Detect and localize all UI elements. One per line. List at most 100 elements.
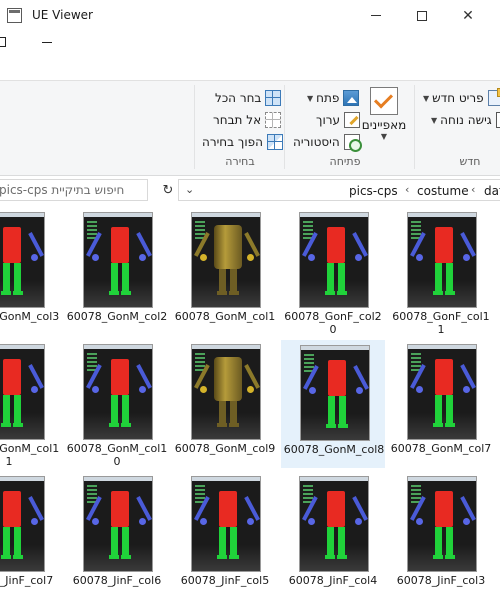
thumbnail-fig-body	[435, 359, 453, 395]
thumbnail-fig-hand-r	[463, 254, 470, 261]
properties-label: מאפיינים	[361, 118, 407, 132]
app-icon	[7, 8, 22, 23]
thumbnail-fig-foot-r	[13, 555, 23, 559]
chevron-down-icon[interactable]: ⌄	[185, 183, 194, 196]
minimize-button[interactable]	[353, 0, 399, 31]
file-name: 60078_GonF_col20	[284, 310, 382, 336]
edit-button[interactable]: ערוך	[316, 111, 360, 129]
thumbnail-fig-hand-l	[308, 254, 315, 261]
file-name: 60078_GonM_col9	[174, 442, 276, 455]
thumbnail-hud	[411, 485, 421, 487]
thumbnail-bar	[408, 213, 476, 217]
thumbnail-fig-leg-l	[3, 263, 10, 293]
thumbnail-fig-arm-r	[460, 232, 476, 257]
chevron-down-icon: ▼	[431, 115, 438, 125]
file-item[interactable]: 60078_GonM_col2	[65, 208, 169, 336]
breadcrumb-pics-cps[interactable]: pics-cps	[349, 184, 398, 198]
file-item[interactable]: 60078_GonM_col8	[281, 340, 385, 468]
thumbnail-fig-leg-r	[338, 263, 345, 293]
file-item[interactable]: 60078_GonM_col7	[389, 340, 493, 468]
thumbnail-fig-leg-r	[14, 263, 21, 293]
invert-selection-label: הפוך בחירה	[202, 135, 263, 149]
properties-button[interactable]: מאפיינים ▼	[361, 87, 407, 141]
thumbnail-fig-hand-r	[355, 254, 362, 261]
file-item[interactable]: 60078_JinF_col3	[389, 472, 493, 600]
file-item[interactable]: 60078_JinF_col5	[173, 472, 277, 600]
refresh-button[interactable]: ↻	[158, 179, 178, 201]
thumbnail-fig-arm-r	[244, 232, 260, 257]
thumbnail-fig-leg-l	[111, 527, 118, 557]
window-title: UE Viewer	[32, 8, 93, 22]
file-thumbnail	[0, 212, 45, 308]
new-item-label: פריט חדש	[432, 91, 484, 105]
file-item[interactable]: 60078_GonM_col10	[65, 340, 169, 468]
file-name: 60078_GonM_col1	[174, 310, 276, 323]
address-bar[interactable]: ⌄ pics-cps ‹ costume ‹ dat	[178, 179, 500, 201]
chevron-left-icon: ‹	[471, 183, 476, 196]
thumbnail-fig-leg-l	[435, 527, 442, 557]
thumbnail-fig-arm-r	[136, 496, 152, 521]
thumbnail-fig-foot-r	[338, 424, 348, 428]
thumbnail-fig-body	[3, 491, 21, 527]
invert-selection-button[interactable]: הפוך בחירה	[202, 133, 283, 151]
thumbnail-fig-arm-r	[28, 496, 44, 521]
thumbnail-fig-leg-r	[230, 527, 237, 557]
thumbnail-hud	[195, 221, 205, 223]
easy-access-button[interactable]: ▼ גישה נוחה	[428, 111, 500, 129]
group-divider	[194, 85, 195, 169]
thumbnail-fig-foot-l	[1, 291, 11, 295]
file-item[interactable]: 60078_JinF_col4	[281, 472, 385, 600]
file-name: 60078_GonM_col11	[0, 442, 60, 468]
thumbnail-bar	[84, 477, 152, 481]
file-item[interactable]: 60078_GonM_col1	[173, 208, 277, 336]
select-all-button[interactable]: בחר הכל	[215, 89, 282, 107]
file-item[interactable]: 60078_GonM_col3	[0, 208, 61, 336]
file-item[interactable]: 60078_GonF_col20	[281, 208, 385, 336]
file-name: 60078_GonM_col7	[390, 442, 492, 455]
thumbnail-hud	[195, 353, 205, 355]
thumbnail-fig-leg-l	[435, 395, 442, 425]
search-input[interactable]: חיפוש בתיקיית pics-cps	[0, 179, 148, 201]
thumbnail-hud	[411, 353, 421, 355]
chevron-down-icon: ▼	[380, 132, 388, 141]
select-none-button[interactable]: אל תבחר	[213, 111, 282, 129]
easy-access-icon	[495, 112, 500, 128]
file-item[interactable]: 60078_GonM_col9	[173, 340, 277, 468]
maximize-icon	[417, 10, 427, 21]
thumbnail-fig-foot-l	[1, 555, 11, 559]
thumbnail-fig-body	[435, 227, 453, 263]
thumbnail-bar	[84, 213, 152, 217]
history-label: היסטוריה	[293, 135, 340, 149]
checkbox-icon[interactable]	[0, 37, 6, 47]
history-button[interactable]: היסטוריה	[293, 133, 362, 152]
breadcrumb-costume[interactable]: costume	[417, 184, 469, 198]
thumbnail-fig-leg-r	[122, 263, 129, 293]
thumbnail-fig-body	[111, 359, 129, 395]
thumbnail-bar	[192, 213, 260, 217]
thumbnail-fig-arm-r	[244, 364, 260, 389]
maximize-button[interactable]	[399, 0, 445, 31]
thumbnail-hud	[303, 221, 313, 223]
thumbnail-hud	[411, 221, 421, 223]
file-item[interactable]: 60078_JinF_col7	[0, 472, 61, 600]
thumbnail-fig-arm-r	[244, 496, 260, 521]
history-icon	[343, 134, 362, 152]
file-name: 60078_JinF_col4	[288, 574, 378, 587]
thumbnail-fig-hand-l	[416, 254, 423, 261]
select-none-label: אל תבחר	[213, 113, 262, 127]
file-item[interactable]: 60078_GonM_col11	[0, 340, 61, 468]
edit-label: ערוך	[316, 113, 340, 127]
file-item[interactable]: 60078_GonF_col11	[389, 208, 493, 336]
file-thumbnail	[83, 212, 153, 308]
easy-access-label: גישה נוחה	[440, 113, 492, 127]
file-thumbnail	[191, 476, 261, 572]
thumbnail-fig-leg-l	[111, 395, 118, 425]
close-button[interactable]: ✕	[445, 0, 491, 31]
file-item[interactable]: 60078_JinF_col6	[65, 472, 169, 600]
open-button[interactable]: ▼ פתח	[304, 89, 360, 107]
new-item-button[interactable]: ▼ פריט חדש	[420, 88, 500, 107]
thumbnail-fig-leg-r	[14, 395, 21, 425]
thumbnail-fig-arm-r	[28, 232, 44, 257]
customize-qat-icon[interactable]	[42, 42, 52, 43]
breadcrumb-dat[interactable]: dat	[484, 184, 500, 198]
